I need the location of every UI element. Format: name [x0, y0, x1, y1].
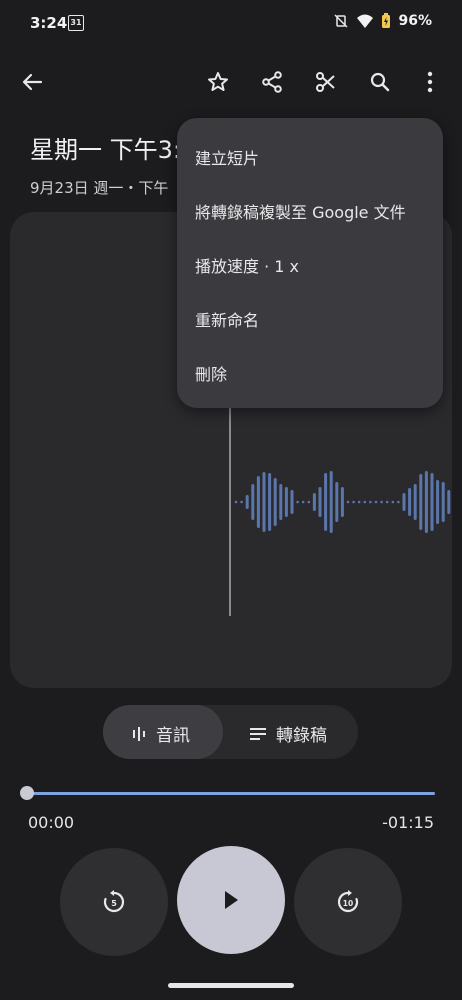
waveform-dot — [296, 500, 299, 504]
waveform-bar — [413, 484, 417, 520]
waveform-dot — [391, 500, 395, 504]
tab-transcript-label: 轉錄稿 — [276, 726, 327, 746]
menu-item-delete[interactable]: 刪除 — [195, 361, 227, 385]
progress-thumb[interactable] — [20, 786, 34, 800]
wifi-icon — [357, 14, 374, 28]
waveform-dot — [240, 500, 243, 504]
more-vert-icon — [427, 71, 433, 93]
battery-icon — [382, 13, 391, 28]
waveform-bar — [408, 488, 412, 516]
search-button[interactable] — [360, 62, 400, 102]
playhead[interactable] — [229, 408, 231, 616]
forward-10-icon: 10 — [337, 890, 359, 913]
waveform-dot — [234, 500, 238, 504]
waveform-bar — [262, 472, 266, 532]
waveform-bar — [318, 487, 322, 517]
calendar-icon: 31 — [68, 15, 84, 31]
waveform-bar — [251, 484, 255, 520]
waveform-dot — [363, 500, 367, 504]
waveform-bar — [245, 495, 249, 509]
elapsed-time: 00:00 — [28, 813, 75, 832]
home-indicator[interactable] — [168, 983, 294, 988]
waveform-bar — [402, 493, 406, 511]
tab-transcript[interactable]: 轉錄稿 — [223, 705, 358, 759]
search-icon — [370, 72, 390, 92]
vibrate-off-icon — [334, 14, 349, 28]
status-time: 3:24 — [30, 14, 68, 32]
waveform-bar — [284, 487, 288, 517]
star-icon — [208, 72, 228, 91]
waveform-dot — [346, 500, 350, 504]
waveform-bar — [430, 473, 434, 531]
waveform-bar — [256, 476, 260, 528]
menu-item-copy-to-docs[interactable]: 將轉錄稿複製至 Google 文件 — [195, 199, 406, 223]
status-right: 96% — [333, 13, 432, 29]
rewind-seconds: 5 — [111, 899, 117, 908]
overflow-menu: 建立短片 將轉錄稿複製至 Google 文件 播放速度 · 1 x 重新命名 刪… — [177, 118, 443, 408]
recording-subtitle: 9月23日 週一・下午 — [30, 179, 169, 197]
battery-percent: 96% — [398, 13, 432, 29]
forward-seconds: 10 — [343, 899, 353, 908]
waveform-bar — [447, 490, 451, 514]
star-button[interactable] — [198, 62, 238, 102]
recording-title: 星期一 下午3: — [30, 136, 181, 164]
waveform-dot — [374, 500, 378, 504]
arrow-back-icon — [22, 73, 43, 91]
waveform-dot — [385, 500, 389, 504]
rewind-button[interactable]: 5 — [60, 848, 168, 956]
waveform-dot — [301, 500, 305, 504]
waveform-bar — [324, 473, 328, 531]
play-button[interactable] — [177, 846, 285, 954]
tab-audio-label: 音訊 — [156, 726, 190, 746]
forward-button[interactable]: 10 — [294, 848, 402, 956]
waveform-bar — [335, 482, 339, 522]
waveform-dot — [397, 500, 400, 504]
remaining-time: -01:15 — [382, 813, 434, 832]
waveform-dot — [380, 500, 383, 504]
waveform-dot — [307, 500, 311, 504]
view-toggle: 音訊 轉錄稿 — [103, 705, 358, 759]
waveform-dot — [352, 500, 355, 504]
notes-icon — [250, 727, 266, 740]
waveform-bar — [441, 482, 445, 522]
waveform-bar — [312, 493, 316, 511]
progress-track[interactable] — [27, 792, 435, 795]
more-options-button[interactable] — [410, 62, 450, 102]
menu-item-playback-speed[interactable]: 播放速度 · 1 x — [195, 253, 299, 277]
scissors-icon — [316, 72, 335, 92]
back-button[interactable] — [12, 62, 52, 102]
trim-button[interactable] — [306, 62, 346, 102]
waveform-bar — [424, 471, 428, 533]
waveform-bar — [340, 487, 344, 517]
waveform-bar — [279, 484, 283, 520]
waveform-bar — [419, 474, 423, 530]
tab-audio[interactable]: 音訊 — [103, 705, 223, 759]
share-button[interactable] — [252, 62, 292, 102]
waveform-bar — [436, 480, 440, 524]
waveform-bar — [329, 471, 333, 533]
waveform-dot — [357, 500, 361, 504]
waveform-bar — [290, 490, 294, 514]
waveform-dot — [369, 500, 372, 504]
replay-5-icon: 5 — [103, 890, 125, 913]
share-icon — [262, 71, 282, 93]
waveform-bar — [273, 478, 277, 526]
waveform-bar — [268, 473, 272, 531]
menu-item-rename[interactable]: 重新命名 — [195, 307, 259, 331]
waveform-icon — [133, 726, 145, 741]
menu-item-create-clip[interactable]: 建立短片 — [195, 145, 259, 169]
play-icon — [225, 891, 238, 909]
